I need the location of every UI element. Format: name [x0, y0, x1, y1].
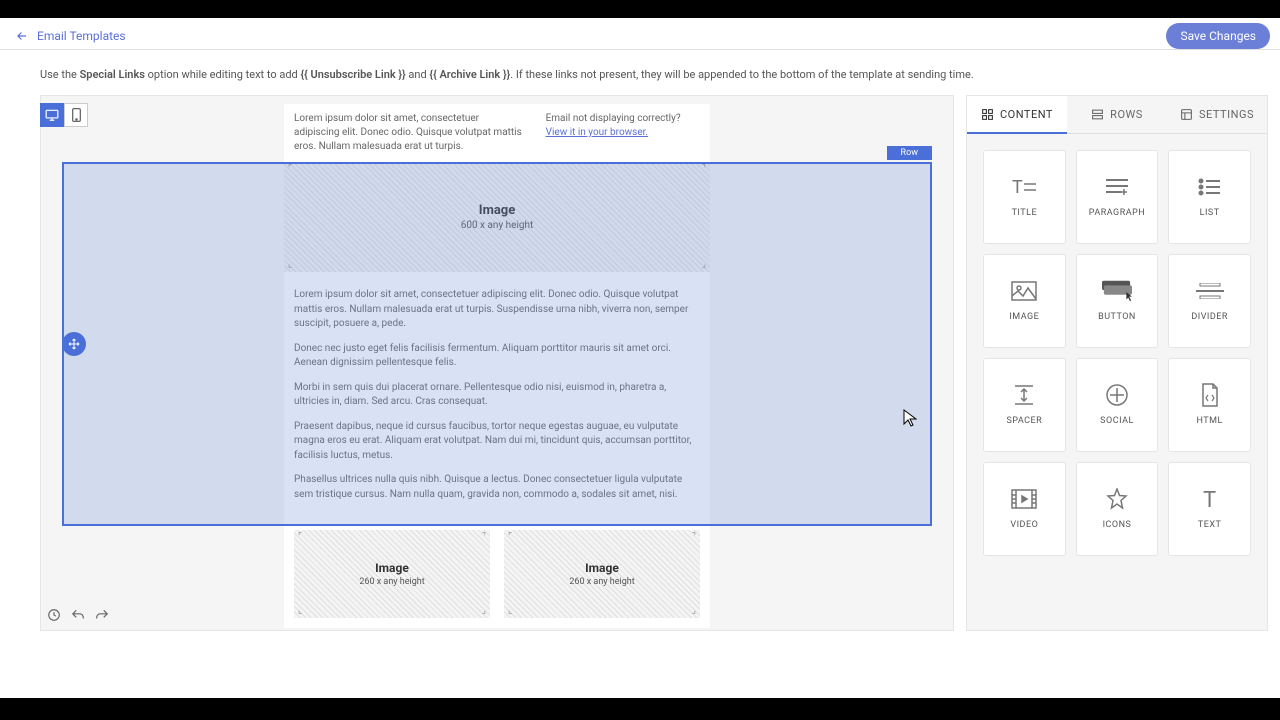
canvas-wrapper: Lorem ipsum dolor sit amet, consectetuer… [40, 95, 954, 631]
history-button[interactable] [45, 606, 63, 624]
move-icon [68, 338, 80, 350]
side-panel: CONTENT ROWS SETTINGS T TITLE PARAGRAPH [966, 95, 1268, 631]
selected-row[interactable]: Row ⌜ ⌝ ⌞ ⌟ Image 600 x any height [284, 162, 710, 526]
row-badge[interactable]: Row [887, 146, 932, 160]
undo-button[interactable] [69, 606, 87, 624]
view-in-browser-link[interactable]: View it in your browser. [546, 127, 648, 138]
social-icon [1102, 384, 1132, 406]
resize-corner-icon: ⌜ [508, 532, 512, 542]
desktop-icon [45, 109, 59, 121]
window-chrome-bottom [0, 698, 1280, 720]
widget-title[interactable]: T TITLE [983, 150, 1066, 244]
window-chrome-top [0, 0, 1280, 18]
image-placeholder-small[interactable]: ⌜ ⌝ ⌞ ⌟ Image 260 x any height [294, 530, 490, 618]
preheader-row[interactable]: Lorem ipsum dolor sit amet, consectetuer… [284, 104, 710, 162]
widget-image[interactable]: IMAGE [983, 254, 1066, 348]
panel-tabs: CONTENT ROWS SETTINGS [967, 96, 1267, 134]
tab-rows[interactable]: ROWS [1067, 96, 1167, 134]
widget-list[interactable]: LIST [1168, 150, 1251, 244]
move-handle[interactable] [62, 332, 86, 356]
undo-icon [71, 609, 85, 621]
resize-corner-icon: ⌟ [702, 260, 706, 270]
arrow-left-icon [15, 29, 29, 43]
paragraph: Praesent dapibus, neque id cursus faucib… [294, 420, 700, 464]
html-icon [1195, 384, 1225, 406]
resize-corner-icon: ⌞ [508, 606, 512, 616]
redo-icon [95, 609, 109, 621]
video-icon [1009, 488, 1039, 510]
email-canvas[interactable]: Lorem ipsum dolor sit amet, consectetuer… [40, 95, 954, 631]
widget-button[interactable]: BUTTON [1076, 254, 1159, 348]
widget-paragraph[interactable]: PARAGRAPH [1076, 150, 1159, 244]
placeholder-sub: 260 x any height [569, 577, 634, 587]
rows-tab-icon [1091, 108, 1104, 121]
back-label: Email Templates [37, 29, 126, 43]
image-placeholder-small[interactable]: ⌜ ⌝ ⌞ ⌟ Image 260 x any height [504, 530, 700, 618]
placeholder-title: Image [479, 203, 515, 218]
paragraph: Donec nec justo eget felis facilisis fer… [294, 342, 700, 371]
resize-corner-icon: ⌟ [482, 606, 486, 616]
tab-content[interactable]: CONTENT [967, 96, 1067, 134]
back-link[interactable]: Email Templates [15, 29, 126, 43]
svg-text:T: T [1203, 488, 1216, 510]
hint-text: Use the Special Links option while editi… [0, 50, 1280, 95]
resize-corner-icon: ⌝ [482, 532, 486, 542]
list-icon [1195, 176, 1225, 198]
resize-corner-icon: ⌝ [692, 532, 696, 542]
divider-icon [1195, 280, 1225, 302]
mobile-view-button[interactable] [64, 103, 88, 127]
paragraph: Phasellus ultrices nulla quis nibh. Quis… [294, 473, 700, 502]
resize-corner-icon: ⌞ [288, 260, 292, 270]
placeholder-sub: 260 x any height [359, 577, 424, 587]
widget-video[interactable]: VIDEO [983, 462, 1066, 556]
mobile-icon [72, 108, 81, 122]
two-column-row[interactable]: ⌜ ⌝ ⌞ ⌟ Image 260 x any height ⌜ ⌝ ⌞ ⌟ I… [284, 526, 710, 628]
paragraph: Lorem ipsum dolor sit amet, consectetuer… [294, 288, 700, 332]
spacer-icon [1009, 384, 1039, 406]
text-icon: T [1195, 488, 1225, 510]
history-bar [45, 606, 111, 624]
resize-corner-icon: ⌞ [298, 606, 302, 616]
content-tab-icon [981, 108, 994, 121]
tab-settings[interactable]: SETTINGS [1167, 96, 1267, 134]
widget-text[interactable]: T TEXT [1168, 462, 1251, 556]
resize-corner-icon: ⌜ [298, 532, 302, 542]
placeholder-title: Image [375, 561, 409, 575]
title-icon: T [1009, 176, 1039, 198]
resize-corner-icon: ⌟ [692, 606, 696, 616]
paragraph-icon [1102, 176, 1132, 198]
icons-icon [1102, 488, 1132, 510]
placeholder-sub: 600 x any height [461, 220, 534, 231]
history-icon [47, 608, 61, 622]
widget-grid: T TITLE PARAGRAPH LIST IMAGE BUTTON D [967, 134, 1267, 572]
redo-button[interactable] [93, 606, 111, 624]
settings-tab-icon [1180, 108, 1193, 121]
device-toggle [40, 103, 88, 127]
paragraph: Morbi in sem quis dui placerat ornare. P… [294, 381, 700, 410]
widget-spacer[interactable]: SPACER [983, 358, 1066, 452]
widget-html[interactable]: HTML [1168, 358, 1251, 452]
widget-icons[interactable]: ICONS [1076, 462, 1159, 556]
preheader-left: Lorem ipsum dolor sit amet, consectetuer… [294, 112, 526, 154]
button-icon [1102, 280, 1132, 302]
body-text-block[interactable]: Lorem ipsum dolor sit amet, consectetuer… [284, 280, 710, 526]
cursor-icon [903, 409, 917, 427]
preheader-right: Email not displaying correctly? View it … [546, 112, 700, 154]
image-icon [1009, 280, 1039, 302]
email-body: Lorem ipsum dolor sit amet, consectetuer… [284, 104, 710, 628]
save-changes-button[interactable]: Save Changes [1166, 23, 1270, 49]
widget-social[interactable]: SOCIAL [1076, 358, 1159, 452]
desktop-view-button[interactable] [40, 103, 64, 127]
placeholder-title: Image [585, 561, 619, 575]
resize-corner-icon: ⌜ [288, 164, 292, 174]
resize-corner-icon: ⌝ [702, 164, 706, 174]
top-header: Email Templates Save Changes [0, 18, 1280, 50]
image-placeholder-large[interactable]: ⌜ ⌝ ⌞ ⌟ Image 600 x any height [284, 162, 710, 272]
svg-text:T: T [1012, 177, 1023, 197]
widget-divider[interactable]: DIVIDER [1168, 254, 1251, 348]
